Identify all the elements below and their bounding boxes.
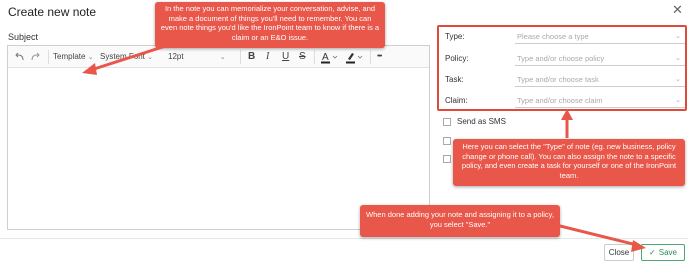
save-label: Save <box>658 248 677 257</box>
redo-icon[interactable] <box>30 50 41 64</box>
type-callout: Here you can select the "Type" of note (… <box>453 139 685 186</box>
chevron-down-icon: ⌄ <box>147 54 154 61</box>
option-checkbox-box[interactable] <box>443 137 451 145</box>
toolbar-separator <box>240 50 241 64</box>
template-dropdown[interactable]: Template ⌄ <box>53 50 94 64</box>
note-callout: In the note you can memorialize your con… <box>155 2 385 48</box>
task-select[interactable]: Type and/or choose task ⌄ <box>515 73 685 87</box>
type-placeholder: Please choose a type <box>517 32 589 41</box>
type-select[interactable]: Please choose a type ⌄ <box>515 30 685 44</box>
policy-placeholder: Type and/or choose policy <box>517 54 605 63</box>
task-placeholder: Type and/or choose task <box>517 75 599 84</box>
save-arrow-line <box>551 222 638 247</box>
note-editor[interactable]: Template ⌄ System Font ⌄ 12pt ⌄ B I U S … <box>7 45 430 230</box>
size-label: 12pt <box>168 52 184 61</box>
chevron-down-icon: ⌄ <box>675 97 681 104</box>
claim-placeholder: Type and/or choose claim <box>517 96 603 105</box>
chevron-down-icon: ⌄ <box>87 54 94 61</box>
send-sms-checkbox[interactable] <box>443 118 451 126</box>
claim-select[interactable]: Type and/or choose claim ⌄ <box>515 94 685 108</box>
close-icon[interactable]: ✕ <box>672 3 683 17</box>
more-options-button[interactable]: ••• <box>377 50 382 64</box>
chevron-down-icon: ⌄ <box>219 54 226 61</box>
dialog-title: Create new note <box>8 5 97 19</box>
font-dropdown[interactable]: System Font ⌄ <box>100 50 153 64</box>
close-button[interactable]: Close <box>604 244 634 261</box>
chevron-down-icon: ⌄ <box>675 55 681 62</box>
task-label: Task: <box>445 75 464 84</box>
underline-button[interactable]: U <box>282 50 289 64</box>
chevron-down-icon: ⌄ <box>675 33 681 40</box>
save-callout: When done adding your note and assigning… <box>360 205 560 237</box>
check-icon: ✓ <box>649 248 656 257</box>
toolbar-separator <box>370 50 371 64</box>
chevron-down-icon: ⌄ <box>675 76 681 83</box>
policy-select[interactable]: Type and/or choose policy ⌄ <box>515 52 685 66</box>
svg-text:A: A <box>322 52 329 63</box>
template-label: Template <box>53 52 86 61</box>
strikethrough-button[interactable]: S <box>299 50 306 64</box>
undo-icon[interactable] <box>14 50 25 64</box>
toolbar-separator <box>314 50 315 64</box>
bold-button[interactable]: B <box>248 50 255 64</box>
font-label: System Font <box>100 52 145 61</box>
policy-label: Policy: <box>445 54 469 63</box>
footer-divider <box>0 238 688 239</box>
toolbar-separator <box>48 50 49 64</box>
subject-label: Subject <box>8 32 39 42</box>
text-color-icon[interactable]: A <box>321 50 339 64</box>
type-label: Type: <box>445 32 465 41</box>
save-button[interactable]: ✓ Save <box>641 244 685 261</box>
highlight-color-icon[interactable] <box>346 50 364 64</box>
editor-toolbar: Template ⌄ System Font ⌄ 12pt ⌄ B I U S … <box>8 46 429 68</box>
claim-label: Claim: <box>445 96 468 105</box>
option-checkbox-box[interactable] <box>443 155 451 163</box>
send-sms-label: Send as SMS <box>457 117 506 126</box>
assignment-panel: Type: Please choose a type ⌄ Policy: Typ… <box>437 25 687 111</box>
size-dropdown[interactable]: 12pt ⌄ <box>168 50 226 64</box>
italic-button[interactable]: I <box>266 50 269 64</box>
